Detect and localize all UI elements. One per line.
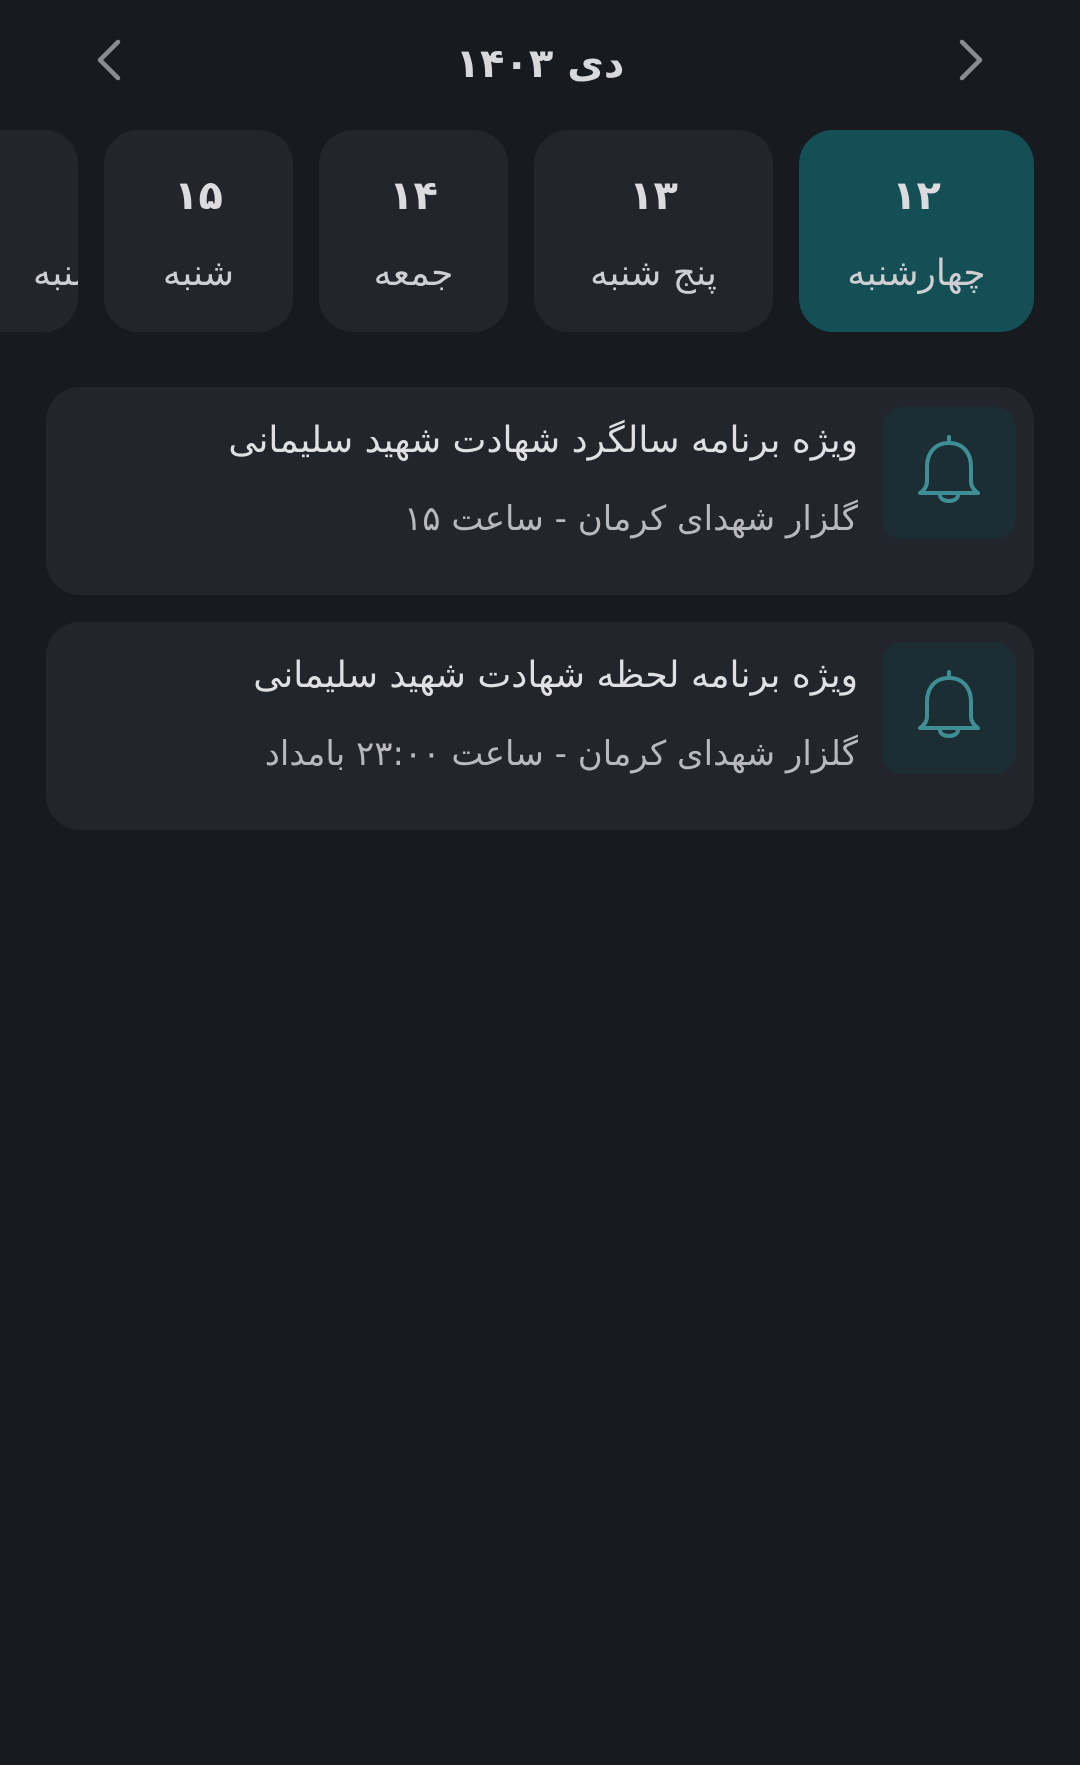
day-name: پنج شنبه xyxy=(590,253,717,294)
event-card[interactable]: ویژه برنامه لحظه شهادت شهید سلیمانی گلزا… xyxy=(46,622,1034,830)
bell-icon xyxy=(918,670,980,738)
day-name: جمعه xyxy=(373,253,454,294)
day-name: شنبه xyxy=(162,253,235,294)
day-card[interactable]: ۱۵ شنبه xyxy=(104,130,293,332)
event-title: ویژه برنامه سالگرد شهادت شهید سلیمانی xyxy=(228,420,858,461)
bell-icon xyxy=(918,435,980,503)
day-number: ۱۵ xyxy=(174,173,223,219)
event-location-time: گلزار شهدای کرمان - ساعت ۱۵ xyxy=(404,499,858,539)
previous-month-button[interactable] xyxy=(80,30,140,90)
day-card-selected[interactable]: ۱۲ چهارشنبه xyxy=(799,130,1034,332)
event-icon-box xyxy=(882,642,1016,774)
day-number: ۱۳ xyxy=(629,173,678,219)
chevron-right-icon xyxy=(959,39,983,81)
day-card[interactable]: ۱۳ پنج شنبه xyxy=(534,130,773,332)
day-card[interactable]: ۱۴ جمعه xyxy=(319,130,508,332)
calendar-sheet: دی ۱۴۰۳ ۱۲ چهارشنبه ۱۳ پنج شنبه ۱۴ جمعه … xyxy=(0,0,1080,1765)
chevron-left-icon xyxy=(97,39,121,81)
day-name: یکشنبه xyxy=(32,253,78,294)
event-card[interactable]: ویژه برنامه سالگرد شهادت شهید سلیمانی گل… xyxy=(46,387,1034,595)
day-name: چهارشنبه xyxy=(847,253,986,294)
month-title: دی ۱۴۰۳ xyxy=(455,41,625,87)
next-month-button[interactable] xyxy=(940,30,1000,90)
event-location-time: گلزار شهدای کرمان - ساعت ۲۳:۰۰ بامداد xyxy=(264,734,858,774)
calendar-header: دی ۱۴۰۳ xyxy=(0,0,1080,120)
day-number: ۱۲ xyxy=(892,173,941,219)
day-card-partial[interactable]: یکشنبه xyxy=(0,130,78,332)
event-icon-box xyxy=(882,407,1016,539)
day-number: ۱۴ xyxy=(389,173,438,219)
event-title: ویژه برنامه لحظه شهادت شهید سلیمانی xyxy=(253,655,858,696)
